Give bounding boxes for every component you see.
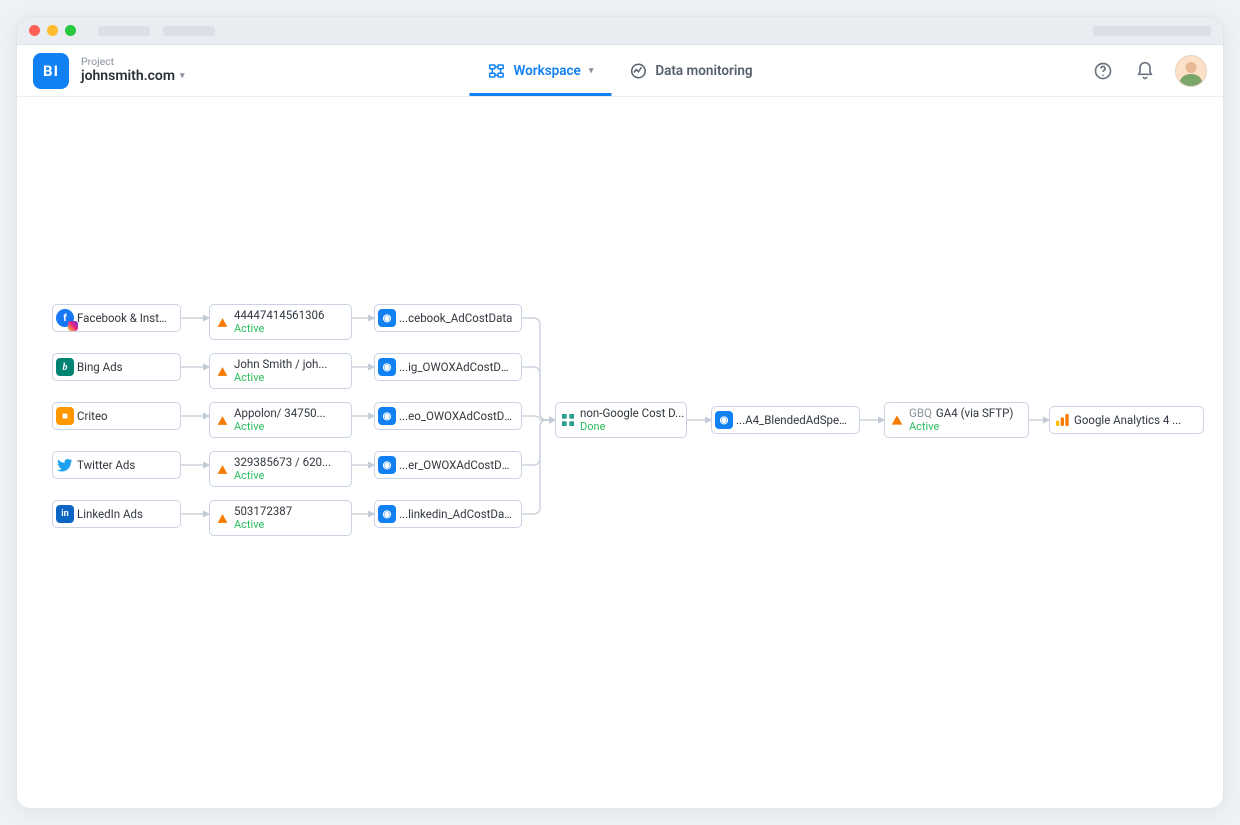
tab-workspace-label: Workspace [513,63,580,79]
node-bq-table[interactable]: ◉...cebook_AdCostData [374,304,522,332]
node-ga4[interactable]: Google Analytics 4 ... [1049,406,1204,434]
bigquery-icon: ◉ [712,411,736,429]
node-bq-table[interactable]: ◉...linkedin_AdCostData [374,500,522,528]
node-pipeline[interactable]: 503172387Active [209,500,352,536]
bigquery-icon: ◉ [375,407,399,425]
ga-icon [885,413,909,427]
node-pipeline[interactable]: 44447414561306Active [209,304,352,340]
window-close-icon[interactable] [29,25,40,36]
node-bq-label: ...linkedin_AdCostData [399,507,521,521]
ga-icon [210,316,234,329]
node-pipeline-status: Active [234,469,331,482]
avatar[interactable] [1175,55,1207,87]
node-sftp[interactable]: GBQGA4 (via SFTP) Active [884,402,1029,438]
node-bq-label: ...cebook_AdCostData [399,311,521,325]
app-logo[interactable]: BI [33,53,69,89]
tab-workspace[interactable]: Workspace ▾ [469,45,611,96]
ga-icon [210,512,234,525]
node-source[interactable]: fFacebook & Insta... [52,304,181,332]
node-pipeline-status: Active [234,371,327,384]
node-transform-status: Done [580,420,678,433]
chevron-down-icon: ▾ [589,66,594,76]
node-blended-label: ...A4_BlendedAdSpend [736,413,859,427]
bigquery-icon: ◉ [375,358,399,376]
node-source[interactable]: Twitter Ads [52,451,181,479]
node-pipeline[interactable]: John Smith / joh...Active [209,353,352,389]
transform-icon [556,412,580,428]
pipeline-edges [17,97,1223,808]
node-bq-label: ...er_OWOXAdCostData [399,458,521,472]
node-pipeline-title: 503172387 [234,505,292,519]
criteo-icon: ■ [53,407,77,425]
node-transform-title: non-Google Cost D... [580,407,678,421]
node-source[interactable]: inLinkedIn Ads [52,500,181,528]
node-pipeline[interactable]: Appolon/ 34750...Active [209,402,352,438]
window-zoom-icon[interactable] [65,25,76,36]
titlebar-placeholder [98,26,150,36]
tab-monitoring-label: Data monitoring [655,63,752,79]
bigquery-icon: ◉ [375,456,399,474]
linkedin-icon: in [53,505,77,523]
node-source[interactable]: bBing Ads [52,353,181,381]
node-source[interactable]: ■Criteo [52,402,181,430]
window-minimize-icon[interactable] [47,25,58,36]
node-transform[interactable]: non-Google Cost D... Done [555,402,687,438]
workspace-icon [487,62,505,80]
node-sftp-status: Active [909,420,1013,433]
node-source-label: Twitter Ads [77,458,180,472]
titlebar-placeholder [1093,26,1211,36]
node-sftp-title: GBQGA4 (via SFTP) [909,407,1013,421]
ga-icon [210,365,234,378]
bing-icon: b [53,358,77,376]
node-pipeline-title: 329385673 / 620... [234,456,331,470]
node-source-label: Facebook & Insta... [77,311,180,325]
node-ga4-label: Google Analytics 4 ... [1074,413,1203,427]
twitter-icon [53,457,77,473]
bigquery-icon: ◉ [375,505,399,523]
node-source-label: Bing Ads [77,360,180,374]
node-bq-label: ...ig_OWOXAdCostData [399,360,521,374]
node-bq-table[interactable]: ◉...eo_OWOXAdCostData [374,402,522,430]
ga-icon [210,463,234,476]
help-icon[interactable] [1091,59,1115,83]
app-window: BI Project johnsmith.com ▾ Workspace ▾ D… [16,16,1224,809]
node-pipeline-status: Active [234,322,324,335]
node-pipeline-status: Active [234,518,292,531]
app-header: BI Project johnsmith.com ▾ Workspace ▾ D… [17,45,1223,97]
monitoring-icon [629,62,647,80]
workspace-canvas[interactable]: fFacebook & Insta... bBing Ads ■Criteo Twit… [17,97,1223,808]
node-source-label: LinkedIn Ads [77,507,180,521]
project-switcher[interactable]: Project johnsmith.com ▾ [81,56,185,84]
node-bq-table[interactable]: ◉...er_OWOXAdCostData [374,451,522,479]
bell-icon[interactable] [1133,59,1157,83]
ga-icon [210,414,234,427]
node-pipeline-status: Active [234,420,326,433]
node-pipeline-title: John Smith / joh... [234,358,327,372]
main-tabs: Workspace ▾ Data monitoring [469,45,770,96]
bigquery-icon: ◉ [375,309,399,327]
chevron-down-icon: ▾ [180,71,185,81]
node-pipeline[interactable]: 329385673 / 620...Active [209,451,352,487]
titlebar-placeholder [163,26,215,36]
tab-data-monitoring[interactable]: Data monitoring [611,45,770,96]
node-pipeline-title: Appolon/ 34750... [234,407,326,421]
node-blended[interactable]: ◉ ...A4_BlendedAdSpend [711,406,860,434]
node-pipeline-title: 44447414561306 [234,309,324,323]
window-titlebar [17,17,1223,45]
node-bq-label: ...eo_OWOXAdCostData [399,409,521,423]
node-source-label: Criteo [77,409,180,423]
facebook-icon: f [53,309,77,327]
ga4-icon [1050,412,1074,428]
project-name: johnsmith.com [81,68,175,84]
project-label: Project [81,56,185,68]
node-bq-table[interactable]: ◉...ig_OWOXAdCostData [374,353,522,381]
